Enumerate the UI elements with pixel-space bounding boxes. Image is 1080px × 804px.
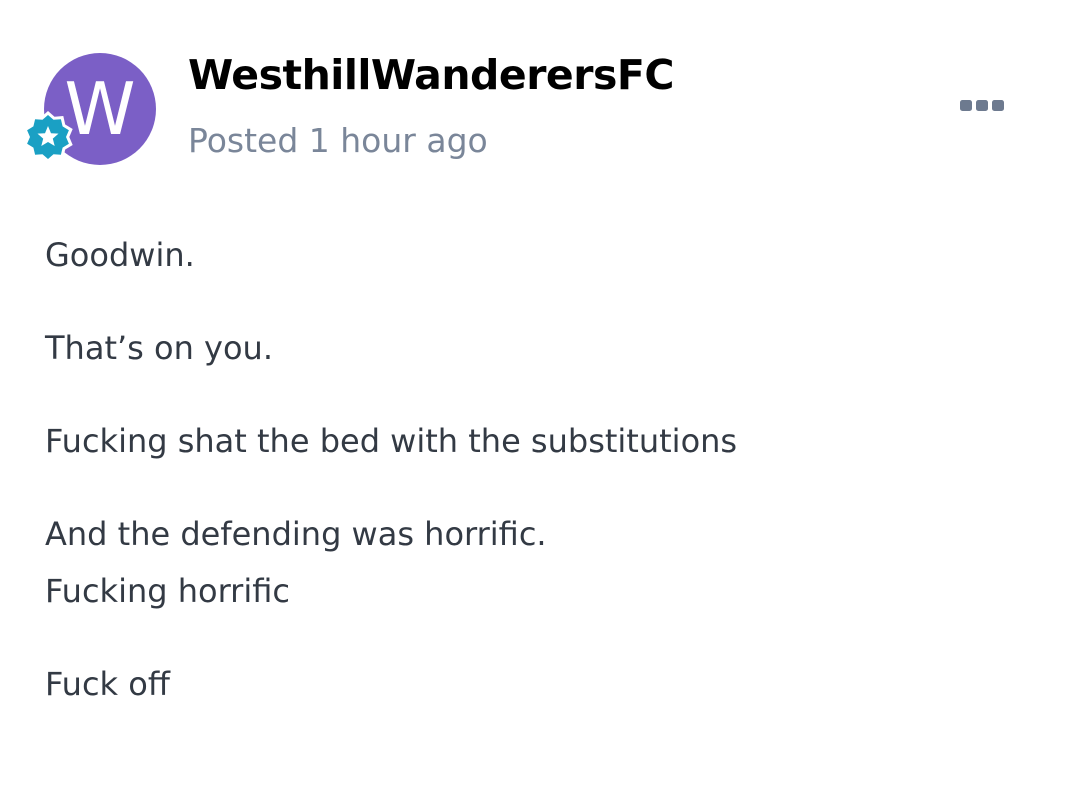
post-body: Goodwin. That’s on you. Fucking shat the… <box>45 227 1045 749</box>
more-options-icon[interactable] <box>956 92 1008 118</box>
post-line: Fuck off <box>45 665 170 703</box>
star-badge-icon <box>23 111 73 163</box>
post-line: Fucking shat the bed with the substituti… <box>45 422 738 460</box>
post-line: That’s on you. <box>45 329 273 367</box>
post-timestamp: Posted 1 hour ago <box>188 121 488 160</box>
author-avatar-group[interactable]: W <box>22 53 156 167</box>
post-paragraph: And the defending was horrific. Fucking … <box>45 506 1045 620</box>
post-paragraph: Goodwin. <box>45 227 1045 284</box>
post-line: Fucking horrific <box>45 572 290 610</box>
post-line: Goodwin. <box>45 236 195 274</box>
post-paragraph: That’s on you. <box>45 320 1045 377</box>
post-line: And the defending was horrific. <box>45 515 547 553</box>
author-name[interactable]: WesthillWanderersFC <box>188 50 674 100</box>
forum-post: W WesthillWanderersFC Posted 1 hour ago … <box>0 0 1080 804</box>
post-paragraph: Fuck off <box>45 656 1045 713</box>
post-paragraph: Fucking shat the bed with the substituti… <box>45 413 1045 470</box>
